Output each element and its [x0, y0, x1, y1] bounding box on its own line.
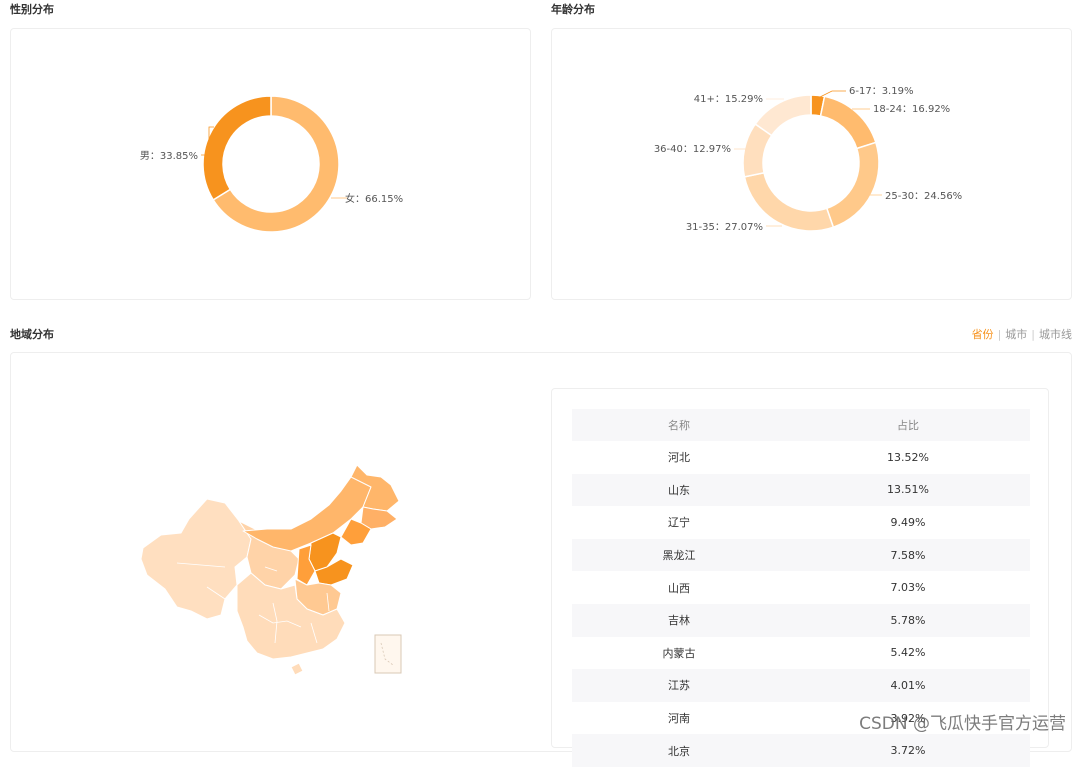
row-name: 北京 [572, 734, 786, 767]
age-label-41: 41+：15.29% [694, 94, 763, 105]
age-slice-2530-2[interactable] [825, 141, 880, 229]
row-share: 13.51% [786, 473, 1030, 507]
tab-separator: | [1031, 328, 1035, 341]
row-name: 吉林 [572, 603, 786, 637]
age-slice-41-5[interactable] [754, 94, 812, 137]
row-name: 辽宁 [668, 516, 690, 530]
table-row: 山西 7.03% [572, 571, 1030, 604]
row-share: 3.72% [786, 734, 1030, 767]
age-slice-1824-1[interactable] [819, 95, 877, 150]
row-name: 山西 [668, 581, 690, 595]
table-row: 内蒙古 5.42% [572, 637, 1030, 670]
row-name: 江苏 [572, 669, 786, 702]
table-row: 山东 13.51% [572, 473, 1030, 507]
row-name: 山东 [572, 473, 786, 507]
table-row: 江苏 4.01% [572, 669, 1030, 702]
table-row: 吉林 5.78% [572, 603, 1030, 637]
age-section-title: 年龄分布 [551, 3, 595, 16]
gender-donut-chart: 男：33.85% 女：66.15% [140, 95, 403, 233]
row-share: 4.01% [786, 669, 1030, 702]
age-label-36-40: 36-40：12.97% [654, 144, 731, 155]
tab-city[interactable]: 城市 [1005, 328, 1027, 341]
gender-section-title: 性别分布 [10, 3, 54, 16]
age-label-25-30: 25-30：24.56% [885, 191, 962, 202]
row-share: 7.58% [786, 538, 1030, 572]
gender-label-male: 男：33.85% [140, 150, 198, 162]
gender-label-female: 女：66.15% [345, 192, 403, 205]
table-row: 北京 3.72% [572, 734, 1030, 767]
row-name: 内蒙古 [662, 646, 696, 660]
age-label-18-24: 18-24：16.92% [873, 104, 950, 115]
table-row: 河北 13.52% [572, 441, 1030, 474]
row-name: 河南 [668, 712, 690, 726]
gender-chart-panel: 男：33.85% 女：66.15% [10, 28, 531, 300]
row-name: 河北 [668, 451, 690, 465]
map-region-hainan[interactable] [290, 662, 304, 676]
table-header-row: 名称 占比 [572, 409, 1030, 441]
row-share: 7.03% [890, 581, 926, 595]
region-table-panel: 名称 占比 河北 13.52% 山东 13.51% 辽宁 9.49% 黑龙江 7.58%… [551, 388, 1049, 767]
table-row: 黑龙江 7.58% [572, 538, 1030, 572]
map-region-west[interactable] [140, 498, 252, 620]
column-header-name[interactable]: 名称 [572, 409, 786, 441]
china-map [140, 464, 402, 676]
row-share: 9.49% [890, 515, 926, 529]
column-header-share[interactable]: 占比 [786, 409, 1030, 441]
tab-province[interactable]: 省份 [972, 328, 994, 341]
row-share: 5.78% [786, 603, 1030, 637]
watermark: CSDN @飞瓜快手官方运营 [859, 714, 1066, 734]
age-label-6-17: 6-17：3.19% [849, 86, 913, 97]
region-tabs: 省份 | 城市 | 城市线 [972, 326, 1072, 342]
row-share: 13.52% [887, 450, 929, 464]
row-name: 黑龙江 [572, 538, 786, 572]
row-share: 5.42% [890, 646, 926, 660]
south-china-sea-inset [374, 634, 402, 674]
gender-slice--1[interactable] [202, 95, 272, 201]
age-label-31-35: 31-35：27.07% [686, 222, 763, 233]
region-section-title: 地域分布 [10, 328, 54, 341]
age-chart-panel: 6-17：3.19% 18-24：16.92% 25-30：24.56% 31-… [551, 28, 1072, 300]
tab-separator: | [997, 328, 1002, 341]
tab-city-tier[interactable]: 城市线 [1039, 328, 1072, 341]
age-donut-chart: 6-17：3.19% 18-24：16.92% 25-30：24.56% 31-… [654, 86, 962, 233]
table-row: 辽宁 9.49% [572, 506, 1030, 539]
